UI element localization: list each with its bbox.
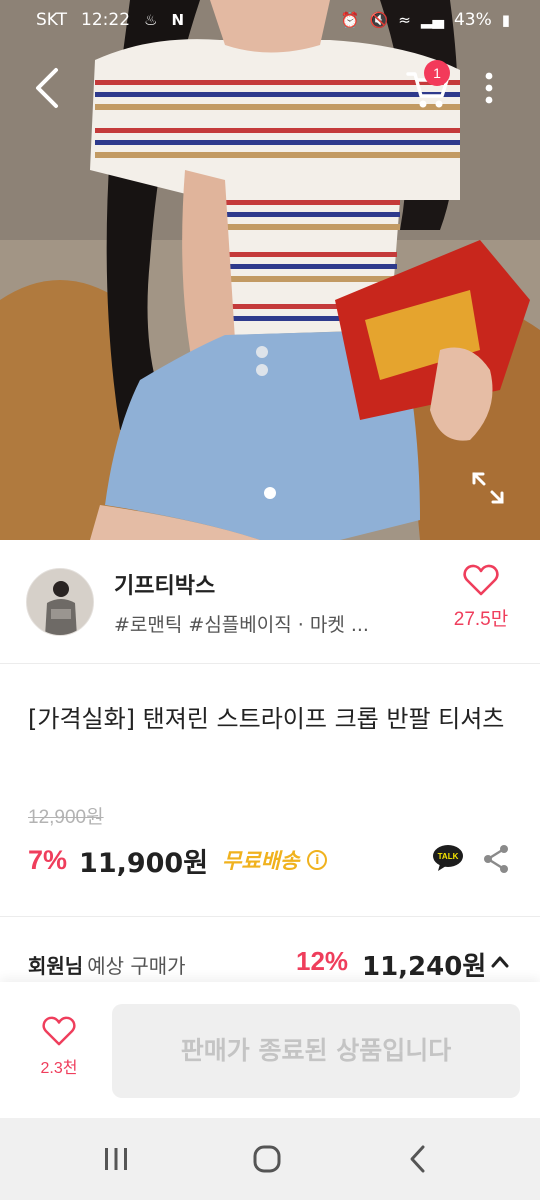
- time-label: 12:22: [81, 10, 131, 30]
- system-nav-bar: [0, 1118, 540, 1200]
- notification-icon: ♨: [144, 11, 158, 29]
- shop-avatar[interactable]: [26, 568, 94, 636]
- member-discount-rate: 12%: [296, 946, 349, 976]
- sold-out-button[interactable]: 판매가 종료된 상품입니다: [112, 1004, 520, 1098]
- shop-avatar-image: [27, 569, 93, 635]
- product-image[interactable]: SKT 12:22 ♨ N ⏰ 🔇 ≈ ▂▄ 43% ▮ 1: [0, 0, 540, 540]
- system-back-icon[interactable]: [406, 1144, 430, 1174]
- heart-icon: [463, 564, 499, 596]
- shop-like-button[interactable]: 27.5만: [446, 564, 516, 631]
- status-bar: SKT 12:22 ♨ N ⏰ 🔇 ≈ ▂▄ 43% ▮: [0, 0, 540, 42]
- shop-tags: #로맨틱 #심플베이직 · 마켓 ...: [114, 614, 369, 636]
- section-divider: [0, 916, 540, 917]
- signal-icon: ▂▄: [420, 11, 444, 29]
- kakaotalk-share-icon[interactable]: TALK: [432, 844, 464, 872]
- member-label-bold: 회원님: [28, 954, 84, 978]
- back-button[interactable]: [30, 66, 66, 110]
- member-price-row[interactable]: 회원님 예상 구매가 12% 11,240원: [0, 940, 540, 984]
- svg-text:TALK: TALK: [438, 852, 459, 861]
- member-label-text: 예상 구매가: [87, 954, 186, 978]
- alarm-icon: ⏰: [340, 11, 360, 29]
- bottom-action-bar: 2.3천 판매가 종료된 상품입니다: [0, 982, 540, 1118]
- free-shipping-label: 무료배송: [222, 849, 300, 873]
- mute-icon: 🔇: [369, 11, 389, 29]
- chevron-up-icon[interactable]: [490, 954, 510, 970]
- top-nav: 1: [0, 58, 540, 118]
- battery-icon: ▮: [501, 11, 510, 29]
- battery-label: 43%: [453, 10, 492, 30]
- wishlist-count: 2.3천: [40, 1060, 78, 1077]
- image-page-indicator: [264, 487, 276, 499]
- share-icon[interactable]: [482, 844, 510, 874]
- recent-apps-icon[interactable]: [100, 1146, 132, 1172]
- member-price-label: 회원님 예상 구매가: [28, 950, 186, 979]
- original-price: 12,900원: [28, 807, 104, 828]
- price-row: 7% 11,900원 무료배송 i: [28, 840, 328, 880]
- discount-rate: 7%: [28, 844, 68, 875]
- wishlist-button[interactable]: 2.3천: [24, 1016, 94, 1078]
- expand-icon[interactable]: [470, 470, 506, 506]
- home-icon[interactable]: [252, 1144, 282, 1174]
- heart-icon: [42, 1016, 76, 1046]
- product-title: [가격실화] 탠져린 스트라이프 크롭 반팔 티셔츠: [28, 705, 505, 733]
- shop-like-count: 27.5만: [453, 609, 509, 630]
- shop-info-row[interactable]: 기프티박스 #로맨틱 #심플베이직 · 마켓 ... 27.5만: [0, 540, 540, 664]
- sale-price: 11,900원: [79, 847, 209, 879]
- wifi-icon: ≈: [398, 11, 411, 29]
- member-expected-price: 11,240원: [362, 952, 487, 982]
- shipping-info-icon[interactable]: i: [307, 850, 328, 870]
- carrier-label: SKT: [36, 10, 68, 30]
- cart-count-badge: 1: [424, 60, 450, 86]
- more-options-icon[interactable]: [478, 68, 500, 108]
- shop-name[interactable]: 기프티박스: [114, 568, 215, 600]
- netflix-icon: N: [171, 11, 185, 29]
